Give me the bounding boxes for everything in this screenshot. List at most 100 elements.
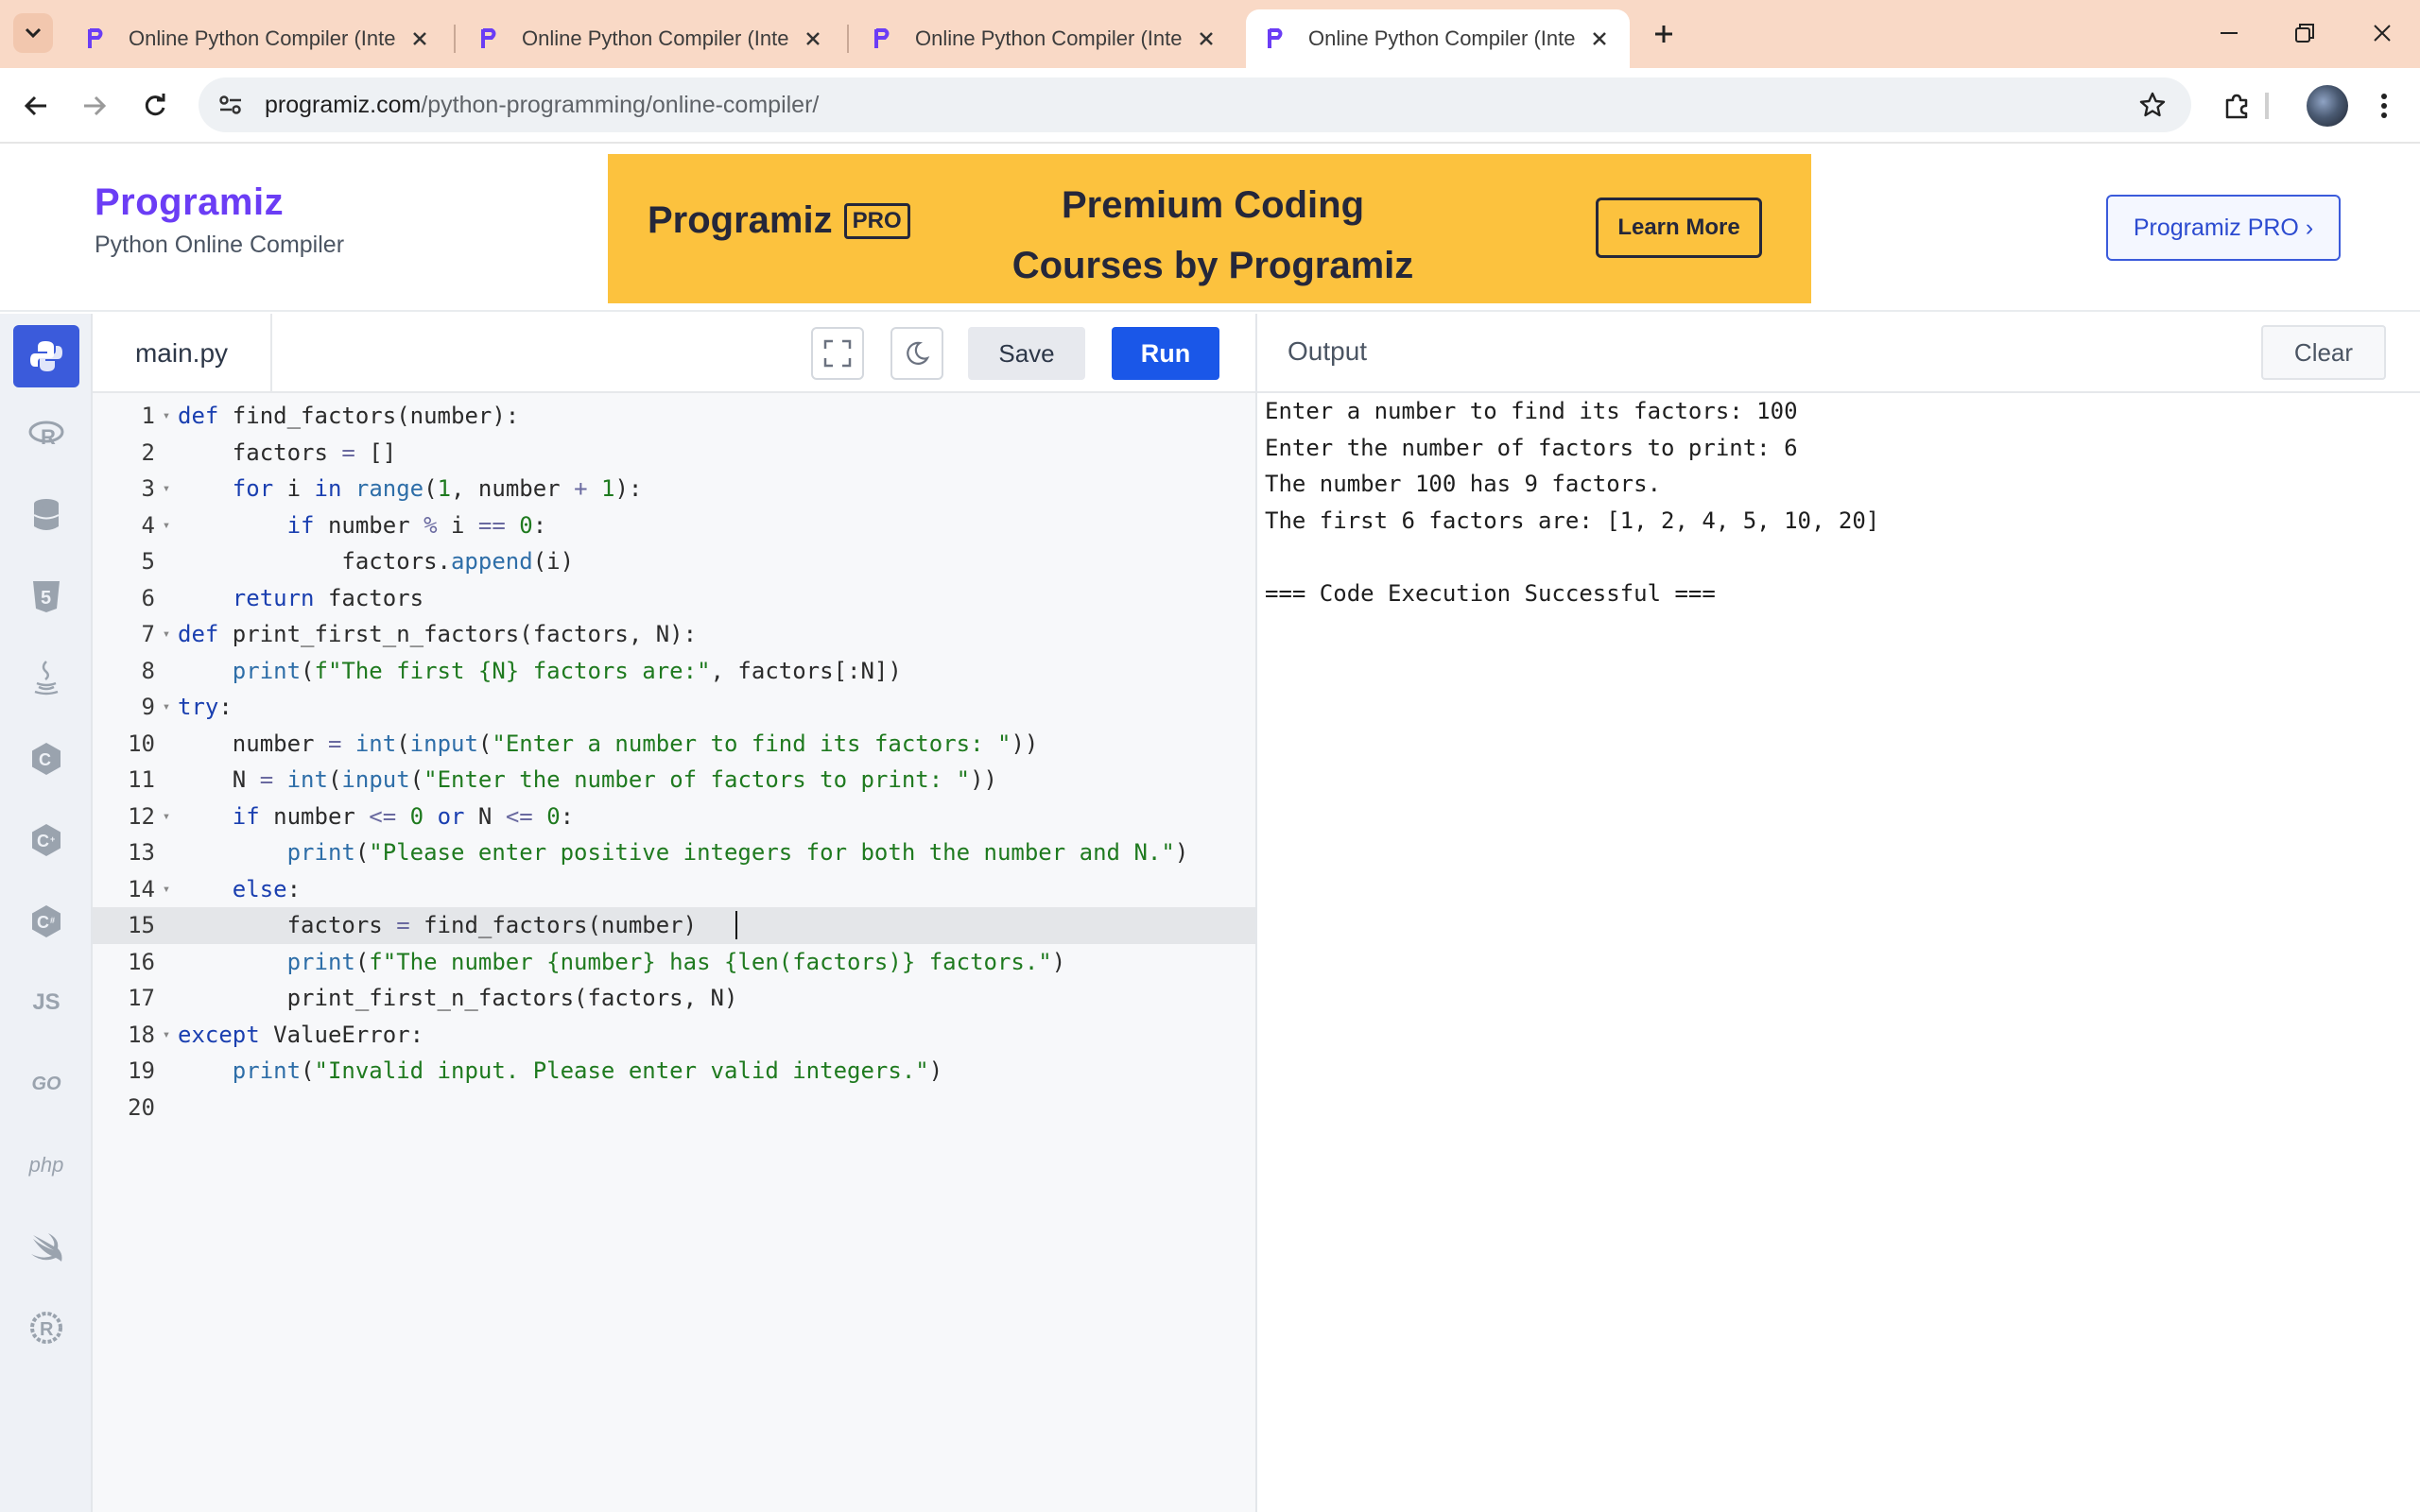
code-line[interactable]: 2 factors = [] — [93, 435, 1255, 472]
programiz-pro-button[interactable]: Programiz PRO › — [2106, 195, 2341, 261]
reload-button[interactable] — [134, 85, 176, 127]
extensions-button[interactable] — [2216, 85, 2257, 127]
promo-banner[interactable]: Programiz PRO Premium Coding Courses by … — [608, 154, 1811, 303]
lang-rust[interactable]: R — [13, 1297, 79, 1359]
code-line[interactable]: 4 ▾ if number % i == 0: — [93, 507, 1255, 544]
lang-swift[interactable] — [13, 1215, 79, 1278]
code-line[interactable]: 3 ▾ for i in range(1, number + 1): — [93, 471, 1255, 507]
code-line[interactable]: 13 print("Please enter positive integers… — [93, 834, 1255, 871]
fold-toggle-icon[interactable]: ▾ — [155, 699, 178, 714]
restore-icon — [2295, 24, 2314, 43]
line-number: 12 — [128, 802, 155, 830]
browser-tab-4-active[interactable]: Online Python Compiler (Interpreter) — [1246, 9, 1630, 68]
code-line[interactable]: 18 ▾ except ValueError: — [93, 1017, 1255, 1054]
browser-tab-2[interactable]: Online Python Compiler (Interpreter) — [459, 9, 843, 68]
fold-toggle-icon[interactable]: ▾ — [155, 408, 178, 423]
minimize-icon — [2221, 32, 2238, 34]
restore-button[interactable] — [2276, 11, 2333, 55]
run-button[interactable]: Run — [1112, 327, 1219, 380]
line-number: 7 — [141, 621, 155, 648]
lang-c[interactable]: C — [13, 728, 79, 790]
code-line[interactable]: 5 factors.append(i) — [93, 543, 1255, 580]
banner-headline-line-1: Premium Coding — [1061, 184, 1365, 226]
code-text: print("Invalid input. Please enter valid… — [232, 1057, 943, 1085]
code-line[interactable]: 16 print(f"The number {number} has {len(… — [93, 944, 1255, 981]
code-line[interactable]: 12 ▾ if number <= 0 or N <= 0: — [93, 799, 1255, 835]
code-line[interactable]: 19 print("Invalid input. Please enter va… — [93, 1053, 1255, 1090]
logo-text: Programiz — [95, 181, 285, 223]
code-line[interactable]: 10 number = int(input("Enter a number to… — [93, 726, 1255, 763]
fold-toggle-icon[interactable]: ▾ — [155, 481, 178, 496]
browser-tab-1[interactable]: Online Python Compiler (Interpreter) — [66, 9, 450, 68]
code-line[interactable]: 9 ▾ try: — [93, 689, 1255, 726]
java-icon — [34, 661, 59, 696]
code-text: number = int(input("Enter a number to fi… — [178, 730, 1039, 757]
lang-python[interactable] — [13, 325, 79, 387]
html5-icon: 5 — [33, 581, 60, 612]
lang-html[interactable]: 5 — [13, 565, 79, 627]
lang-php[interactable]: php — [13, 1134, 79, 1196]
close-icon[interactable] — [1193, 26, 1219, 52]
code-line[interactable]: 6 return factors — [93, 580, 1255, 617]
lang-java[interactable] — [13, 646, 79, 709]
tab-search-button[interactable] — [13, 13, 53, 53]
code-line[interactable]: 7 ▾ def print_first_n_factors(factors, N): — [93, 616, 1255, 653]
site-info-icon[interactable] — [210, 84, 251, 126]
code-line[interactable]: 8 print(f"The first {N} factors are:", f… — [93, 653, 1255, 690]
url-text: programiz.com/python-programming/online-… — [265, 92, 819, 119]
code-line[interactable]: 1 ▾ def find_factors(number): — [93, 398, 1255, 435]
svg-text:C: C — [39, 750, 51, 769]
lang-javascript[interactable]: JS — [13, 971, 79, 1034]
lang-cpp[interactable]: C + — [13, 809, 79, 871]
code-line[interactable]: 20 — [93, 1090, 1255, 1126]
svg-text:R: R — [40, 1319, 54, 1340]
output-line: The number 100 has 9 factors. — [1265, 471, 1662, 498]
rust-icon: R — [30, 1312, 62, 1344]
minimize-button[interactable] — [2201, 11, 2257, 55]
line-number: 16 — [128, 948, 155, 975]
address-bar[interactable]: programiz.com/python-programming/online-… — [199, 77, 2191, 132]
code-editor[interactable]: 1 ▾ def find_factors(number): 2 factors = [… — [93, 393, 1255, 1512]
programiz-logo[interactable]: Programiz — [95, 181, 344, 224]
profile-avatar[interactable] — [2307, 85, 2348, 127]
fullscreen-button[interactable] — [811, 327, 864, 380]
code-line[interactable]: 14 ▾ else: — [93, 871, 1255, 908]
lang-csharp[interactable]: C # — [13, 890, 79, 953]
theme-toggle-button[interactable] — [890, 327, 943, 380]
learn-more-button[interactable]: Learn More — [1596, 198, 1762, 258]
browser-menu-button[interactable] — [2363, 85, 2405, 127]
bookmark-star-icon[interactable] — [2135, 87, 2170, 123]
brand[interactable]: Programiz Python Online Compiler — [95, 181, 344, 259]
fold-toggle-icon[interactable]: ▾ — [155, 627, 178, 642]
code-line[interactable]: 15 factors = find_factors(number) — [93, 907, 1255, 944]
fold-toggle-icon[interactable]: ▾ — [155, 882, 178, 897]
clear-button[interactable]: Clear — [2261, 325, 2386, 380]
fold-toggle-icon[interactable]: ▾ — [155, 809, 178, 824]
close-icon[interactable] — [406, 26, 433, 52]
fold-toggle-icon[interactable]: ▾ — [155, 518, 178, 533]
browser-tab-3[interactable]: Online Python Compiler (Interpreter) — [853, 9, 1236, 68]
line-number: 10 — [128, 730, 155, 757]
tab-title: Online Python Compiler (Interpreter) — [129, 26, 397, 50]
lang-sql[interactable] — [13, 484, 79, 546]
save-button[interactable]: Save — [968, 327, 1085, 380]
fold-toggle-icon[interactable]: ▾ — [155, 1027, 178, 1042]
go-label: GO — [31, 1073, 61, 1094]
close-icon[interactable] — [800, 26, 826, 52]
tab-title: Online Python Compiler (Interpreter) — [522, 26, 790, 50]
banner-headline-line-2: Courses by Programiz — [1011, 245, 1414, 286]
lang-go[interactable]: GO — [13, 1053, 79, 1115]
code-line[interactable]: 17 print_first_n_factors(factors, N) — [93, 980, 1255, 1017]
output-console[interactable]: Enter a number to find its factors: 100 E… — [1265, 393, 2409, 611]
line-number: 4 — [141, 511, 155, 539]
close-icon[interactable] — [1586, 26, 1613, 52]
lang-r[interactable]: R — [13, 403, 79, 465]
banner-logo: Programiz PRO — [648, 199, 910, 242]
code-line[interactable]: 11 N = int(input("Enter the number of fa… — [93, 762, 1255, 799]
forward-button[interactable] — [74, 85, 115, 127]
new-tab-button[interactable] — [1645, 15, 1683, 53]
back-button[interactable] — [15, 85, 57, 127]
line-number: 3 — [141, 475, 155, 503]
window-close-button[interactable] — [2354, 11, 2411, 55]
file-tab[interactable]: main.py — [93, 314, 272, 393]
